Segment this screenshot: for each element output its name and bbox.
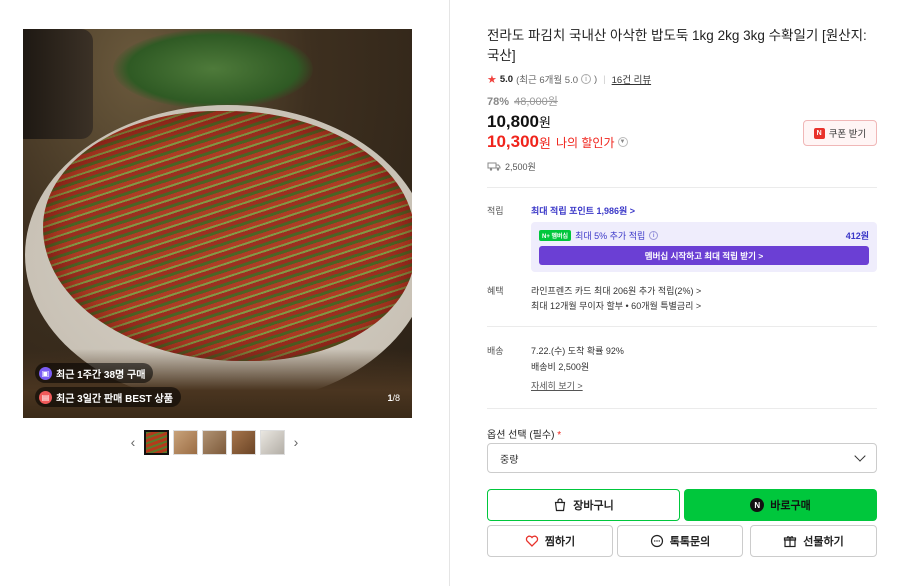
shopping-bag-icon (555, 498, 566, 512)
review-link[interactable]: 16건 리뷰 (612, 72, 651, 86)
required-mark: * (557, 430, 562, 441)
delivery-detail-link[interactable]: 자세히 보기 > (531, 379, 583, 392)
divider (487, 408, 877, 409)
gift-box-icon: ▤ (39, 390, 52, 404)
truck-icon (487, 162, 501, 171)
product-main-image[interactable]: ▣ 최근 1주간 38명 구매 ▤ 최근 3일간 판매 BEST 상품 1/8 (23, 29, 412, 418)
chevron-right-icon[interactable]: › (289, 434, 303, 450)
membership-tag: N+ 멤버십 (539, 230, 572, 241)
star-icon: ★ (487, 73, 497, 86)
arrival-estimate: 7.22.(수) 도착 확률 92% (531, 346, 624, 356)
sale-price-unit: 원 (539, 115, 551, 130)
image-counter: 1/8 (387, 393, 400, 403)
installment-benefit-link[interactable]: 최대 12개월 무이자 할부 • 60개월 특별금리 > (531, 299, 701, 312)
talk-inquiry-button[interactable]: 톡톡문의 (617, 525, 743, 557)
wishlist-button[interactable]: 찜하기 (487, 525, 613, 557)
talk-label: 톡톡문의 (669, 536, 711, 548)
coupon-label: 쿠폰 받기 (828, 129, 867, 140)
buy-label: 바로구매 (770, 500, 811, 512)
kimchi-photo (23, 29, 412, 418)
vertical-divider (449, 0, 450, 586)
rating-note-close: ) (594, 73, 598, 85)
my-price-label: 나의 할인가 (555, 135, 615, 150)
chevron-down-icon[interactable]: ▼ (617, 137, 628, 147)
wish-label: 찜하기 (544, 536, 576, 548)
divider (487, 187, 877, 188)
chat-bubble-icon (650, 534, 663, 548)
coupon-button[interactable]: N 쿠폰 받기 (803, 120, 877, 146)
rating-score: 5.0 (499, 73, 514, 85)
discount-row: 78% 48,000원 (487, 93, 877, 108)
best-seller-badge: ▤ 최근 3일간 판매 BEST 상품 (35, 387, 181, 407)
thumbnail-strip: ‹ › (126, 428, 303, 456)
info-icon[interactable]: i (581, 74, 591, 84)
chevron-down-icon (854, 450, 866, 462)
heart-icon (525, 535, 538, 547)
membership-row: N+ 멤버십 최대 5% 추가 적립 i (539, 229, 659, 242)
points-label: 적립 (487, 206, 504, 216)
rating-note: (최근 6개월 5.0 (516, 75, 578, 86)
sale-price-value: 10,800 (487, 112, 539, 131)
bag-icon: ▣ (39, 366, 52, 380)
original-price: 48,000원 (514, 96, 558, 108)
product-title: 전라도 파김치 국내산 아삭한 밥도둑 1kg 2kg 3kg 수확일기 [원산… (487, 28, 867, 63)
divider (487, 326, 877, 327)
chevron-left-icon[interactable]: ‹ (126, 434, 140, 450)
discount-percent: 78% (487, 96, 510, 108)
delivery-fee: 배송비 2,500원 (531, 362, 590, 372)
thumbnail-4[interactable] (231, 429, 256, 455)
my-price-unit: 원 (539, 135, 551, 151)
gift-icon (784, 536, 797, 548)
thumbnail-2[interactable] (173, 429, 198, 455)
membership-start-button[interactable]: 멤버십 시작하고 최대 적립 받기 > (539, 246, 869, 265)
my-price-value: 10,300 (487, 132, 539, 151)
thumbnail-1[interactable] (144, 429, 169, 455)
option-selected-value: 중량 (500, 454, 519, 466)
naver-n-icon: N (750, 498, 765, 512)
membership-box: N+ 멤버십 최대 5% 추가 적립 i 412원 멤버십 시작하고 최대 적립… (531, 222, 877, 272)
cart-label: 장바구니 (573, 500, 614, 512)
weekly-purchase-badge: ▣ 최근 1주간 38명 구매 (35, 363, 154, 383)
separator: | (603, 73, 606, 85)
membership-amount: 412원 (845, 231, 869, 241)
benefits-label: 혜택 (487, 286, 504, 296)
shipping-fee-row: 2,500원 (487, 160, 877, 172)
shipping-fee: 2,500원 (505, 161, 536, 172)
delivery-label: 배송 (487, 346, 504, 356)
info-icon[interactable]: i (649, 231, 659, 240)
product-info: 전라도 파김치 국내산 아삭한 밥도둑 1kg 2kg 3kg 수확일기 [원산… (487, 26, 877, 172)
gift-label: 선물하기 (803, 536, 844, 548)
weekly-purchase-text: 최근 1주간 38명 구매 (56, 369, 146, 381)
gift-button[interactable]: 선물하기 (750, 525, 877, 557)
counter-total: /8 (392, 393, 400, 403)
wooden-board-graphic (23, 349, 412, 418)
option-label-text: 옵션 선택 (필수) (487, 430, 555, 441)
herb-graphic (113, 29, 313, 109)
rating-row: ★ 5.0 (최근 6개월 5.0 i) | 16건 리뷰 (487, 72, 877, 87)
add-to-cart-button[interactable]: 장바구니 (487, 489, 680, 521)
max-points-link[interactable]: 최대 적립 포인트 1,986원 > (531, 204, 635, 217)
naver-logo-icon: N (813, 127, 825, 139)
option-label: 옵션 선택 (필수) * (487, 426, 561, 441)
thumbnail-3[interactable] (202, 429, 227, 455)
thumbnail-5[interactable] (260, 429, 285, 455)
buy-now-button[interactable]: N 바로구매 (684, 489, 877, 521)
membership-extra: 최대 5% 추가 적립 (575, 231, 646, 241)
weight-option-select[interactable]: 중량 (487, 443, 877, 473)
best-seller-text: 최근 3일간 판매 BEST 상품 (56, 393, 173, 405)
card-benefit-link[interactable]: 라인프렌즈 카드 최대 206원 추가 적립(2%) > (531, 284, 701, 297)
jar-graphic (23, 29, 93, 139)
